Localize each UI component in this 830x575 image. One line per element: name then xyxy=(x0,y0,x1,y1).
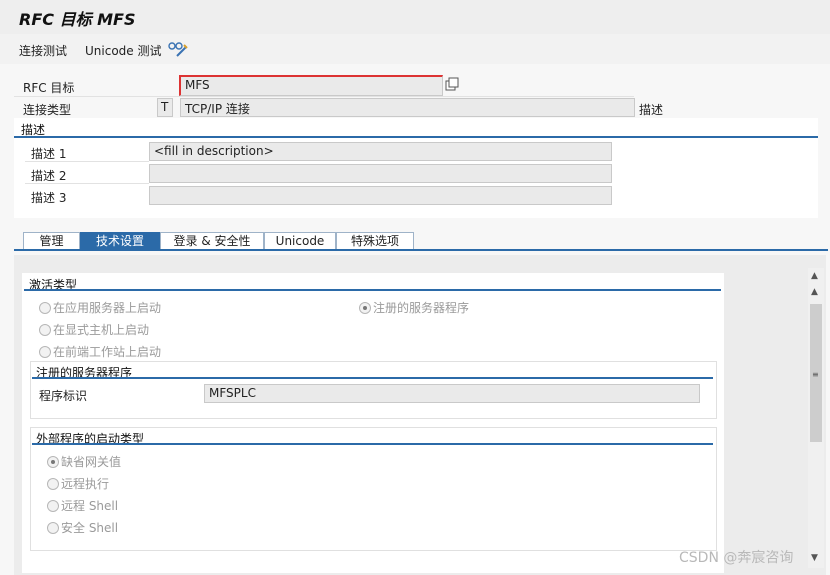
scroll-grip-icon: ≡ xyxy=(812,370,819,379)
radio-app-server[interactable]: 在应用服务器上启动 xyxy=(39,299,161,316)
radio-remote-exec[interactable]: 远程执行 xyxy=(47,475,109,492)
scroll-down-icon[interactable]: ▼ xyxy=(811,553,818,563)
radio-explicit-host[interactable]: 在显式主机上启动 xyxy=(39,321,149,338)
radio-label: 在应用服务器上启动 xyxy=(53,301,162,315)
glasses-pencil-icon[interactable] xyxy=(168,40,188,58)
radio-remote-shell[interactable]: 远程 Shell xyxy=(47,497,118,514)
tab-underline xyxy=(14,249,828,251)
description-2-input[interactable] xyxy=(149,164,612,183)
tab-unicode[interactable]: Unicode xyxy=(264,232,336,250)
copy-icon[interactable] xyxy=(445,77,460,92)
divider xyxy=(25,161,149,162)
radio-button[interactable] xyxy=(47,521,59,534)
radio-frontend-workstation[interactable]: 在前端工作站上启动 xyxy=(39,343,161,360)
radio-default-gateway[interactable]: 缺省网关值 xyxy=(47,453,121,470)
radio-button[interactable] xyxy=(39,345,51,358)
connection-test-button[interactable]: 连接测试 xyxy=(19,42,67,59)
tab-special-options[interactable]: 特殊选项 xyxy=(336,232,414,250)
tab-management[interactable]: 管理 xyxy=(23,232,80,250)
section-rule xyxy=(14,136,818,138)
section-rule xyxy=(32,377,713,379)
section-rule xyxy=(24,289,721,291)
conn-type-value-field: TCP/IP 连接 xyxy=(180,98,635,117)
divider xyxy=(14,96,634,97)
radio-button[interactable] xyxy=(39,323,51,336)
section-rule xyxy=(32,443,713,445)
tab-technical-settings[interactable]: 技术设置 xyxy=(80,232,160,250)
radio-registered-server[interactable]: 注册的服务器程序 xyxy=(359,299,469,316)
unicode-test-button[interactable]: Unicode 测试 xyxy=(85,42,161,59)
description-3-label: 描述 3 xyxy=(31,191,67,205)
page-up-icon[interactable]: ▲ xyxy=(811,287,818,297)
radio-button-selected[interactable] xyxy=(359,301,371,314)
description-2-label: 描述 2 xyxy=(31,169,67,183)
conn-type-label: 连接类型 xyxy=(23,103,72,117)
description-3-input[interactable] xyxy=(149,186,612,205)
window-title: RFC 目标 MFS xyxy=(19,10,136,29)
radio-button[interactable] xyxy=(39,301,51,314)
radio-button[interactable] xyxy=(47,499,59,512)
description-1-input[interactable]: <fill in description> xyxy=(149,142,612,161)
rfc-target-input[interactable]: MFS xyxy=(179,75,443,96)
radio-secure-shell[interactable]: 安全 Shell xyxy=(47,519,118,536)
radio-label: 注册的服务器程序 xyxy=(373,301,470,315)
tab-logon-security[interactable]: 登录 & 安全性 xyxy=(160,232,264,250)
radio-label: 缺省网关值 xyxy=(61,455,122,469)
radio-label: 远程 Shell xyxy=(61,499,119,513)
radio-label: 在前端工作站上启动 xyxy=(53,345,162,359)
program-id-input[interactable]: MFSPLC xyxy=(204,384,700,403)
program-id-label: 程序标识 xyxy=(39,389,88,403)
radio-button[interactable] xyxy=(47,477,59,490)
radio-label: 远程执行 xyxy=(61,477,110,491)
radio-button-selected[interactable] xyxy=(47,455,59,468)
description-side-label: 描述 xyxy=(639,103,664,117)
divider xyxy=(25,183,149,184)
watermark: CSDN @奔宸咨询 xyxy=(679,550,794,566)
scroll-up-icon[interactable]: ▲ xyxy=(811,271,818,281)
rfc-target-label: RFC 目标 xyxy=(23,81,75,95)
radio-label: 在显式主机上启动 xyxy=(53,323,150,337)
description-1-label: 描述 1 xyxy=(31,147,67,161)
conn-type-code-field: T xyxy=(157,98,173,117)
radio-label: 安全 Shell xyxy=(61,521,119,535)
